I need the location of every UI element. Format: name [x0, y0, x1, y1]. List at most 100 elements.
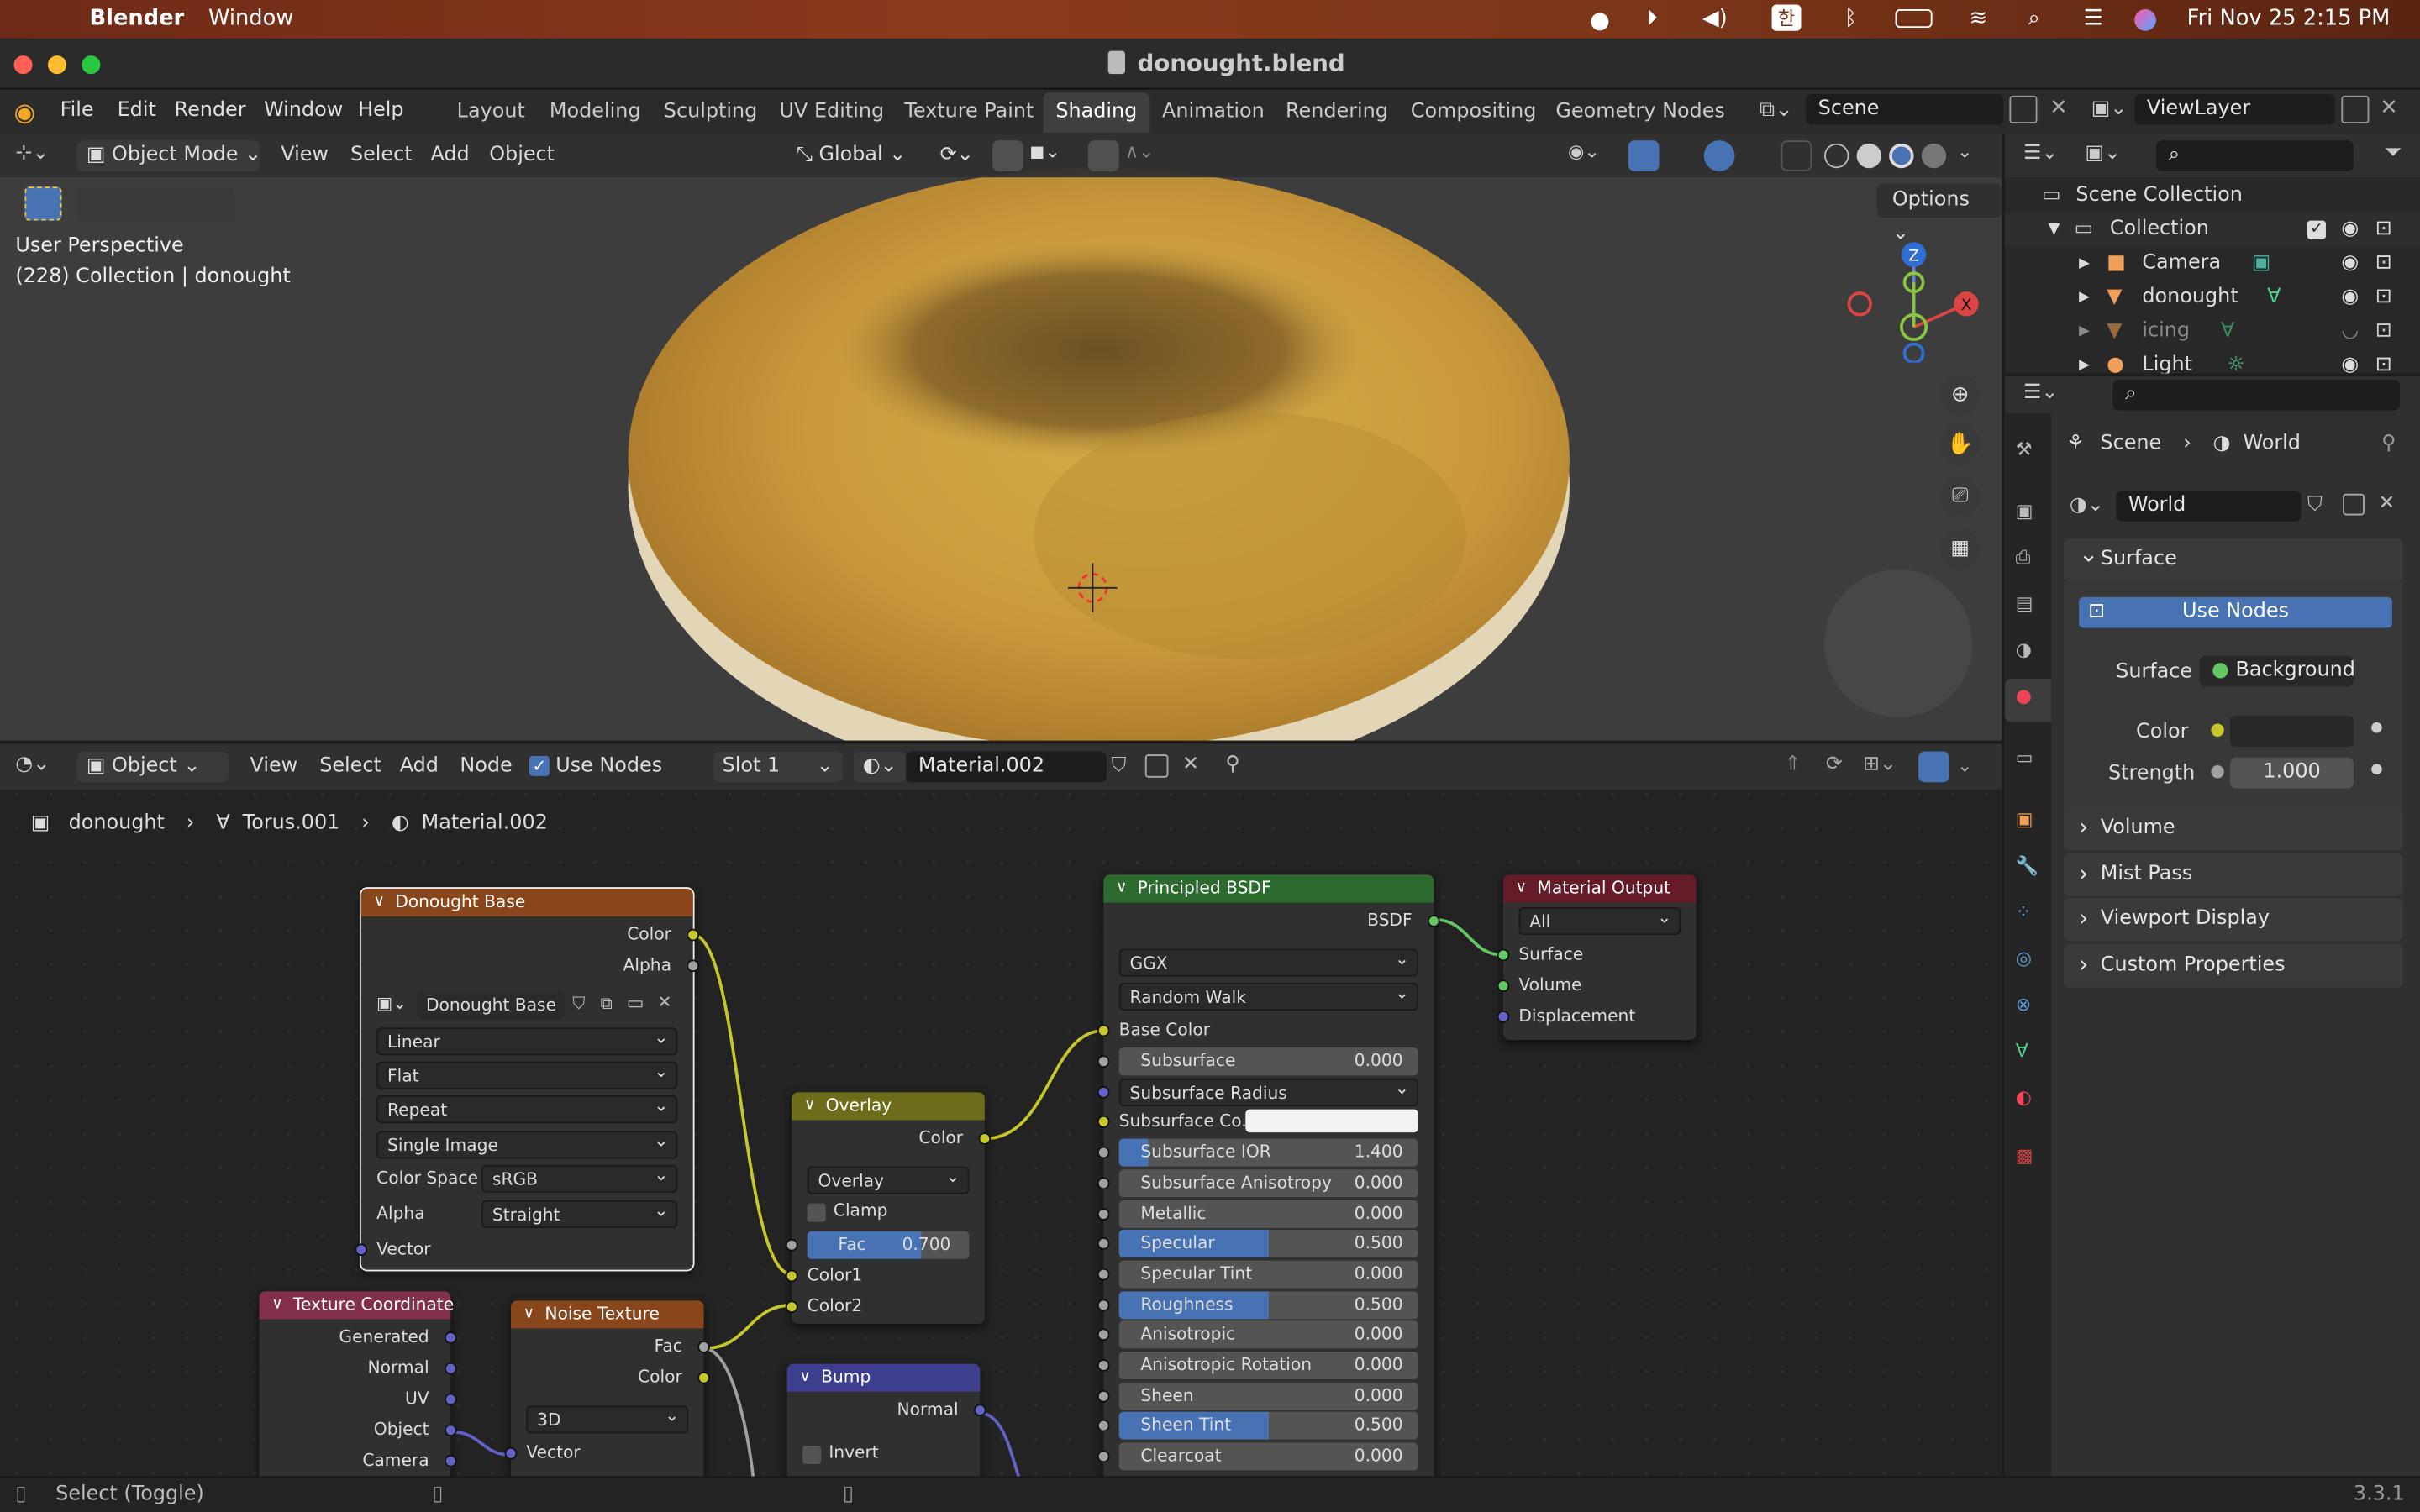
breadcrumb-scene[interactable]: Scene [2100, 432, 2161, 455]
color-socket-icon[interactable]: ● [2210, 719, 2225, 739]
outliner-scene-collection[interactable]: ▭ Scene Collection [2005, 179, 2420, 213]
field-slider[interactable]: Clearcoat 0.000 [1118, 1442, 1418, 1471]
custom-properties-panel-header[interactable]: Custom Properties [2063, 942, 2403, 988]
outliner-collection[interactable]: ▼ ▭ Collection ✓ ◉ ⊡ [2004, 213, 2420, 247]
view-layer-tab-icon[interactable]: ▤ [2016, 592, 2033, 614]
object-output-socket[interactable] [444, 1424, 457, 1437]
pin-icon[interactable]: ⚲ [1225, 753, 1240, 776]
menu-window[interactable]: Window [264, 99, 343, 123]
source-dropdown[interactable]: Single Image [376, 1128, 678, 1159]
input-socket[interactable] [1097, 1055, 1110, 1068]
tab-modeling[interactable]: Modeling [537, 92, 653, 133]
input-method[interactable]: 한 [1771, 4, 1802, 31]
input-socket[interactable] [1097, 1298, 1110, 1311]
scene-selector[interactable]: Scene [1805, 94, 2004, 125]
surface-shader-selector[interactable]: ● Background [2199, 655, 2354, 687]
delete-scene-icon[interactable]: ✕ [2049, 96, 2068, 120]
material-browse-icon[interactable]: ◐⌄ [853, 751, 907, 783]
exclude-checkbox[interactable]: ✓ [2307, 220, 2326, 239]
wifi-icon[interactable]: ≋ [1970, 6, 1988, 30]
render-camera-icon[interactable]: ⊡ [2375, 315, 2392, 349]
node-menu-add[interactable]: Add [391, 751, 448, 782]
bsdf-output-socket[interactable] [1427, 915, 1440, 927]
options-button[interactable]: Options ⌄ [1876, 183, 2002, 245]
node-title[interactable]: Donought Base [360, 888, 693, 917]
node-snap-target-icon[interactable]: ⊞⌄ [1863, 753, 1897, 776]
constraints-tab-icon[interactable]: ⊗ [2016, 994, 2031, 1016]
material-shading-icon[interactable] [1889, 143, 1914, 169]
interpolation-dropdown[interactable]: Linear [376, 1025, 678, 1056]
unlink-material-icon[interactable]: ✕ [1182, 753, 1199, 776]
fac-input-socket[interactable] [785, 1238, 798, 1252]
strength-keyframe-icon[interactable]: ● [2370, 762, 2382, 777]
select-tool-icon[interactable] [24, 186, 62, 221]
wireframe-shading-icon[interactable] [1824, 143, 1849, 169]
overlay-icon[interactable] [1703, 140, 1735, 171]
shader-node-editor[interactable]: ◔⌄ ▣ Object ⌄ View Select Add Node ✓ Use… [0, 743, 2002, 1477]
image-open-folder-icon[interactable]: ▭ [627, 992, 644, 1014]
tab-rendering[interactable]: Rendering [1273, 92, 1400, 133]
scene-tab-icon[interactable]: ◑ [2016, 638, 2032, 660]
slot-selector[interactable]: Slot 1 ⌄ [713, 751, 843, 783]
transform-orientation[interactable]: ⤡ Global ⌄ [787, 140, 916, 171]
input-socket[interactable] [1097, 1177, 1110, 1189]
zoom-window-button[interactable] [82, 55, 101, 75]
node-overlay-options-icon[interactable]: ⌄ [1957, 754, 1972, 776]
bump-node[interactable]: Bump Normal Invert [786, 1363, 986, 1477]
visibility-icon[interactable]: ◉⌄ [1568, 140, 1600, 171]
outliner-item-donought[interactable]: ▶ ▼ donought ∀ ◉ ⊡ [2005, 281, 2420, 314]
menu-help[interactable]: Help [358, 99, 403, 123]
eye-icon[interactable]: ◉ [2341, 213, 2359, 246]
mesh-data-icon[interactable]: ∀ [2221, 315, 2234, 349]
node-title[interactable]: Material Output [1502, 874, 1697, 903]
new-scene-icon[interactable] [2009, 95, 2038, 123]
world-duplicate-icon[interactable] [2343, 493, 2365, 516]
outliner-item-camera[interactable]: ▶ ■ Camera ▣ ◉ ⊡ [2005, 247, 2420, 281]
normal-output-socket[interactable] [444, 1362, 457, 1375]
view-layer-icon[interactable]: ▣⌄ [2091, 97, 2128, 121]
input-socket[interactable] [1097, 1359, 1110, 1372]
menu-edit[interactable]: Edit [118, 99, 156, 123]
input-socket[interactable] [1097, 1268, 1110, 1281]
sss-method-dropdown[interactable]: Random Walk [1118, 979, 1418, 1011]
generated-output-socket[interactable] [444, 1331, 457, 1344]
expand-icon[interactable]: ▶ [2079, 247, 2090, 281]
color-output-socket[interactable] [978, 1132, 992, 1145]
outliner-search[interactable]: ⌕ [2155, 140, 2354, 171]
breadcrumb-material[interactable]: Material.002 [422, 811, 548, 835]
fake-user-icon[interactable]: ⛉ [1111, 754, 1126, 778]
color-output-socket[interactable] [687, 928, 700, 942]
vector-input-socket[interactable] [355, 1243, 368, 1257]
image-browse-icon[interactable]: ▣⌄ [376, 994, 407, 1014]
world-name-field[interactable]: World [2116, 491, 2302, 522]
outliner-editor-icon[interactable]: ☰⌄ [2023, 142, 2058, 165]
scene-icon[interactable]: ⧉⌄ [1760, 97, 1793, 122]
properties-editor[interactable]: ☰⌄ ⌕ ⚒ ▣ ⎙ ▤ ◑ ● ▭ ▣ 🔧 ⁘ ◎ ⊗ ∀ ◐ ▩ ⚘ Sce… [2004, 376, 2420, 1477]
menu-file[interactable]: File [60, 99, 94, 123]
expand-icon[interactable]: ▶ [2079, 315, 2090, 349]
gizmo-icon[interactable] [1628, 140, 1660, 171]
rendered-shading-icon[interactable] [1921, 143, 1947, 169]
field-slider[interactable]: Sheen 0.000 [1118, 1382, 1418, 1410]
field-slider[interactable]: Sheen Tint 0.500 [1118, 1412, 1418, 1441]
material-tab-icon[interactable]: ◐ [2016, 1086, 2032, 1108]
camera-view-icon[interactable]: ⎚ [1939, 476, 1981, 517]
overlay-mix-node[interactable]: Overlay Color Overlay Clamp Fac 0.700 Co… [785, 1092, 992, 1324]
snap-target-icon[interactable]: ◼⌄ [1029, 140, 1060, 171]
texture-tab-icon[interactable]: ▩ [2016, 1145, 2033, 1167]
render-camera-icon[interactable]: ⊡ [2375, 213, 2392, 246]
render-camera-icon[interactable]: ⊡ [2375, 281, 2392, 314]
siri-icon[interactable] [2134, 9, 2156, 31]
expand-icon[interactable]: ▶ [2079, 349, 2090, 373]
world-tab-icon[interactable]: ● [2004, 679, 2052, 722]
field-slider[interactable]: Subsurface IOR 1.400 [1118, 1138, 1418, 1167]
use-nodes-button[interactable]: ⊡ Use Nodes [2079, 596, 2392, 628]
strength-socket-icon[interactable]: ● [2210, 761, 2225, 781]
tab-sculpting[interactable]: Sculpting [651, 92, 770, 133]
world-color-swatch[interactable] [2230, 716, 2354, 747]
eye-closed-icon[interactable]: ◡ [2341, 315, 2359, 349]
pin-icon[interactable]: ⚲ [2381, 432, 2396, 455]
field-slider[interactable]: Metallic 0.000 [1118, 1200, 1418, 1228]
world-fake-user-icon[interactable]: ⛉ [2307, 494, 2323, 517]
grid-view-icon[interactable]: ▦ [1939, 529, 1981, 570]
